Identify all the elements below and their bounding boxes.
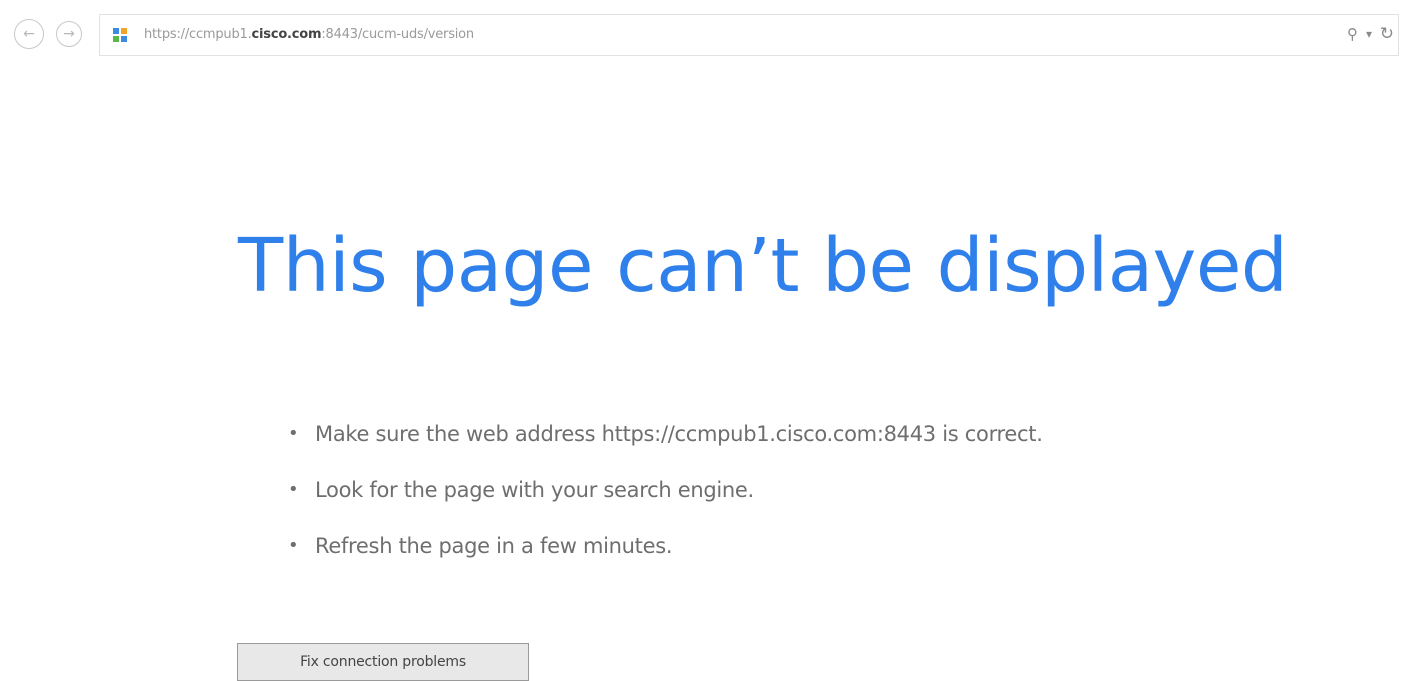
forward-button[interactable]: → <box>56 21 82 47</box>
search-icon[interactable]: ⚲ <box>1347 25 1358 43</box>
bullet-icon: • <box>288 479 299 500</box>
suggestion-text: Make sure the web address https://ccmpub… <box>315 422 1043 446</box>
page-title: This page can’t be displayed <box>238 223 1288 309</box>
url-domain: cisco.com <box>251 27 322 42</box>
forward-arrow-icon: → <box>63 26 75 42</box>
url-suffix: :8443/cucm-uds/version <box>321 27 474 42</box>
bullet-icon: • <box>288 535 299 556</box>
suggestion-text: Refresh the page in a few minutes. <box>315 534 673 558</box>
suggestion-item: • Look for the page with your search engi… <box>288 470 1043 526</box>
fix-connection-button[interactable]: Fix connection problems <box>237 643 529 681</box>
browser-toolbar: ← → https://ccmpub1.cisco.com:8443/cucm-… <box>0 0 1413 72</box>
url-prefix: https://ccmpub1. <box>144 27 252 42</box>
suggestion-item: • Refresh the page in a few minutes. <box>288 526 1043 582</box>
refresh-icon[interactable]: ↻ <box>1380 24 1394 44</box>
back-arrow-icon: ← <box>23 26 35 42</box>
suggestion-item: • Make sure the web address https://ccmpu… <box>288 414 1043 470</box>
dropdown-icon[interactable]: ▾ <box>1366 27 1372 41</box>
bullet-icon: • <box>288 423 299 444</box>
suggestion-list: • Make sure the web address https://ccmpu… <box>288 414 1043 582</box>
url-text[interactable]: https://ccmpub1.cisco.com:8443/cucm-uds/… <box>144 15 474 55</box>
address-bar[interactable]: https://ccmpub1.cisco.com:8443/cucm-uds/… <box>99 14 1399 56</box>
page-icon <box>113 28 127 42</box>
back-button[interactable]: ← <box>14 19 44 49</box>
suggestion-text: Look for the page with your search engin… <box>315 478 754 502</box>
